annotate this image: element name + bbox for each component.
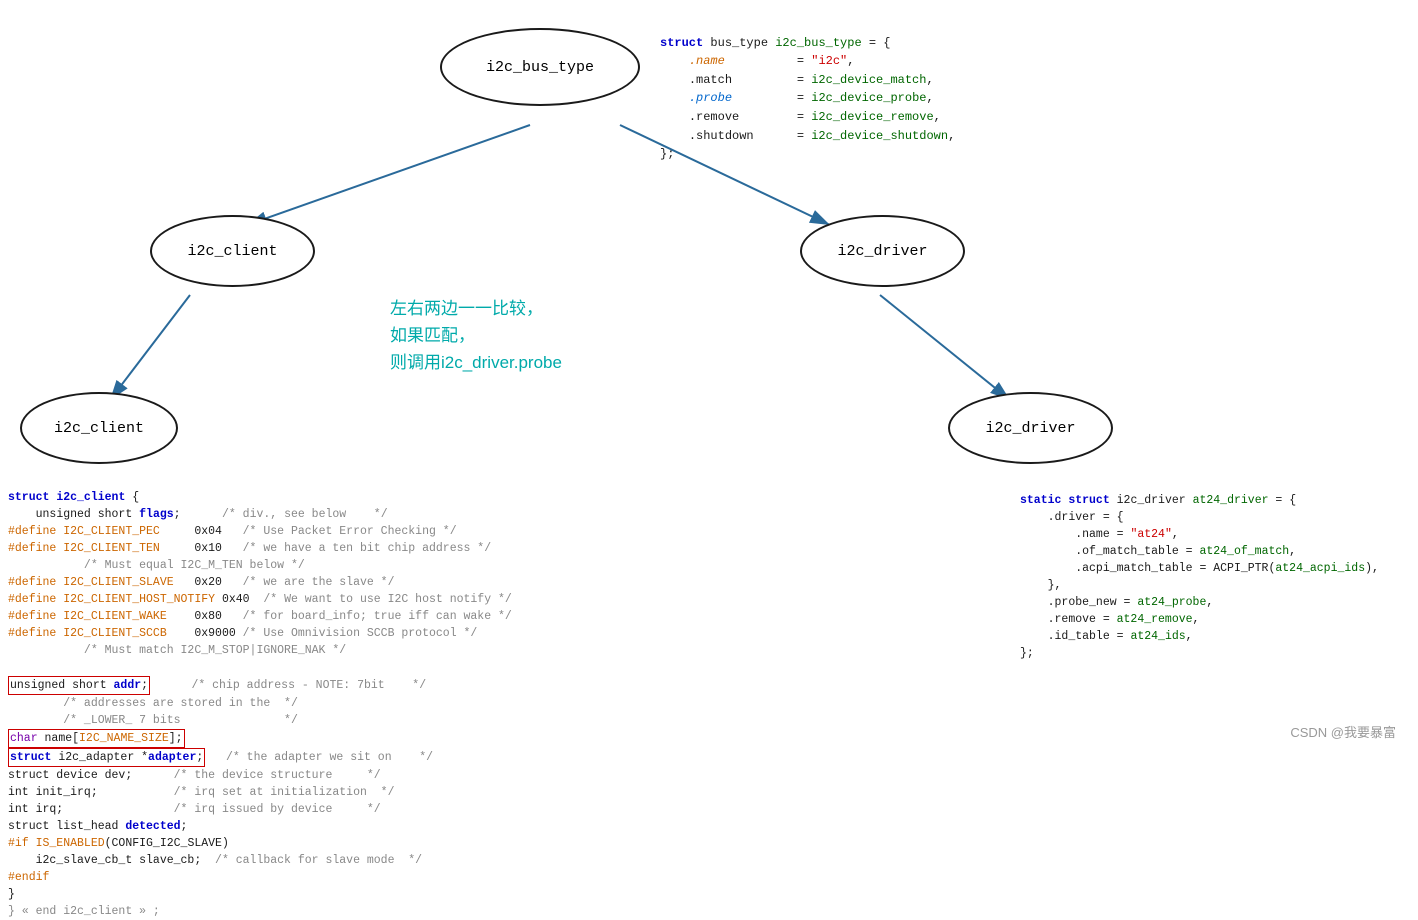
- annotation-line2: 如果匹配，: [390, 322, 562, 349]
- watermark: CSDN @我要暴富: [1290, 722, 1396, 741]
- code-i2c-driver: static struct i2c_driver at24_driver = {…: [1020, 475, 1379, 662]
- node-bus-type-label: i2c_bus_type: [486, 59, 594, 76]
- node-driver-bot: i2c_driver: [948, 392, 1113, 464]
- node-driver-mid: i2c_driver: [800, 215, 965, 287]
- node-driver-mid-label: i2c_driver: [837, 243, 927, 260]
- node-client-mid: i2c_client: [150, 215, 315, 287]
- node-client-bot-label: i2c_client: [54, 420, 144, 437]
- node-client-bot: i2c_client: [20, 392, 178, 464]
- node-client-mid-label: i2c_client: [187, 243, 277, 260]
- annotation-line1: 左右两边一一比较，: [390, 295, 562, 322]
- node-bus-type: i2c_bus_type: [440, 28, 640, 106]
- code-bus-type: struct bus_type i2c_bus_type = { .name =…: [660, 15, 955, 164]
- code-i2c-client: struct i2c_client { unsigned short flags…: [8, 472, 512, 920]
- annotation-text: 左右两边一一比较， 如果匹配， 则调用i2c_driver.probe: [390, 295, 562, 377]
- annotation-line3: 则调用i2c_driver.probe: [390, 349, 562, 376]
- node-driver-bot-label: i2c_driver: [985, 420, 1075, 437]
